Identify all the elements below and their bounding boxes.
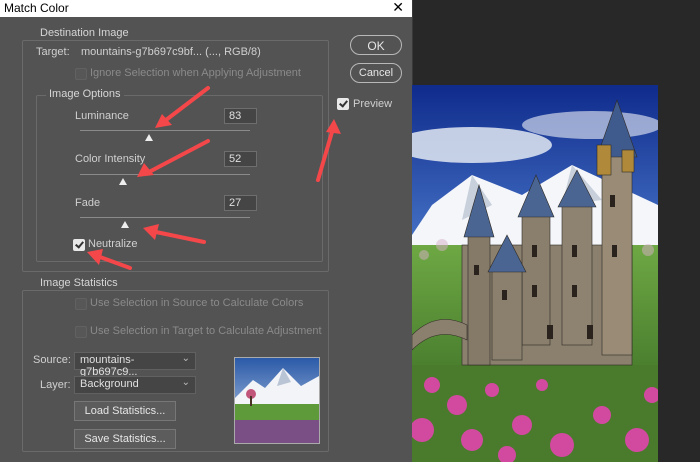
load-statistics-button[interactable]: Load Statistics... — [74, 401, 176, 421]
destination-image-legend: Destination Image — [37, 27, 132, 39]
neutralize-label: Neutralize — [88, 238, 138, 250]
ok-button[interactable]: OK — [350, 35, 402, 55]
preview-label: Preview — [353, 98, 393, 110]
use-source-selection-label: Use Selection in Source to Calculate Col… — [90, 297, 304, 309]
dialog-title: Match Color — [4, 1, 69, 15]
source-value: mountains-g7b697c9... — [80, 354, 138, 378]
color-intensity-slider-thumb[interactable] — [119, 178, 127, 185]
image-statistics-legend: Image Statistics — [37, 277, 121, 289]
layer-select[interactable]: Background ⌄ — [74, 376, 196, 394]
chevron-down-icon: ⌄ — [181, 353, 190, 364]
title-bar: Match Color ✕ — [0, 0, 412, 17]
use-source-selection-checkbox[interactable] — [75, 298, 87, 310]
ignore-selection-checkbox[interactable] — [75, 68, 87, 80]
ignore-selection-label: Ignore Selection when Applying Adjustmen… — [90, 67, 301, 79]
cancel-button[interactable]: Cancel — [350, 63, 402, 83]
luminance-label: Luminance — [75, 110, 129, 122]
document-canvas-image — [412, 85, 658, 462]
source-thumbnail — [234, 357, 320, 444]
layer-label: Layer: — [40, 379, 71, 391]
fade-label: Fade — [75, 197, 101, 209]
color-intensity-input[interactable]: 52 — [224, 151, 257, 167]
save-statistics-button[interactable]: Save Statistics... — [74, 429, 176, 449]
target-label: Target: — [36, 46, 70, 58]
fade-slider-thumb[interactable] — [121, 221, 129, 228]
layer-value: Background — [80, 378, 139, 390]
close-icon[interactable]: ✕ — [392, 0, 404, 16]
use-target-selection-label: Use Selection in Target to Calculate Adj… — [90, 325, 322, 337]
luminance-slider-thumb[interactable] — [145, 134, 153, 141]
use-target-selection-checkbox[interactable] — [75, 326, 87, 338]
target-value: mountains-g7b697c9bf... (..., RGB/8) — [81, 46, 261, 58]
source-select[interactable]: mountains-g7b697c9... ⌄ — [74, 352, 196, 378]
preview-checkbox[interactable] — [337, 98, 349, 110]
fade-slider-track[interactable] — [80, 217, 250, 218]
source-label: Source: — [33, 354, 71, 366]
luminance-input[interactable]: 83 — [224, 108, 257, 124]
chevron-down-icon: ⌄ — [181, 377, 190, 388]
color-intensity-label: Color Intensity — [75, 153, 146, 165]
image-options-legend: Image Options — [46, 88, 124, 100]
neutralize-checkbox[interactable] — [73, 239, 85, 251]
color-intensity-slider-track[interactable] — [80, 174, 250, 175]
fade-input[interactable]: 27 — [224, 195, 257, 211]
luminance-slider-track[interactable] — [80, 130, 250, 131]
match-color-dialog: Match Color ✕ Destination Image Target: … — [0, 0, 413, 462]
